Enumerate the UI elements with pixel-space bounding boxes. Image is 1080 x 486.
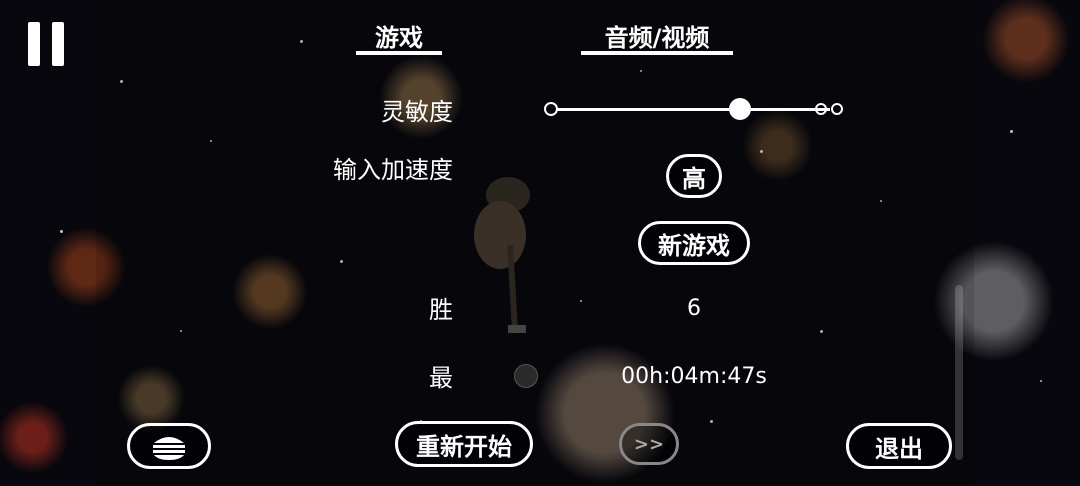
- slider-track[interactable]: [550, 108, 830, 111]
- accel-label: 输入加速度: [333, 156, 453, 184]
- burger-icon: [153, 437, 185, 460]
- slider-min-cap: [544, 102, 558, 116]
- restart-button[interactable]: 重新开始: [395, 421, 533, 467]
- skip-button[interactable]: >>: [619, 423, 679, 465]
- wins-value: 6: [687, 296, 701, 321]
- tab-game[interactable]: 游戏: [356, 18, 442, 53]
- infinity-icon: [814, 103, 843, 115]
- pause-icon[interactable]: [28, 22, 64, 66]
- tab-audio-video[interactable]: 音频/视频: [581, 18, 733, 53]
- best-time-value: 00h:04m:47s: [621, 364, 767, 389]
- player-figure: [474, 177, 530, 333]
- best-label: 最: [429, 364, 453, 392]
- dark-orb: [514, 364, 538, 388]
- new-game-button[interactable]: 新游戏: [638, 221, 750, 265]
- scrollbar[interactable]: [955, 285, 963, 460]
- sensitivity-label: 灵敏度: [381, 98, 453, 126]
- wins-label: 胜: [429, 296, 453, 324]
- menu-button[interactable]: [127, 423, 211, 469]
- tab-audio-video-underline: [581, 51, 733, 55]
- tab-game-underline: [356, 51, 442, 55]
- accel-toggle-button[interactable]: 高: [666, 154, 722, 198]
- quit-button[interactable]: 退出: [846, 423, 952, 469]
